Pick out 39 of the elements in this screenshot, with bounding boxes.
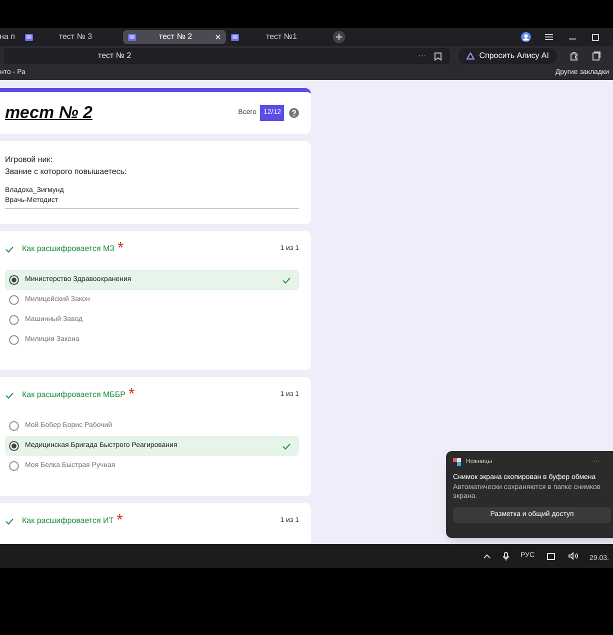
scissors-app-icon	[453, 458, 461, 466]
plus-icon	[336, 34, 342, 40]
help-icon[interactable]	[289, 108, 299, 118]
speaker-icon[interactable]	[568, 552, 578, 560]
puzzle-icon[interactable]	[569, 51, 579, 61]
microphone-icon[interactable]	[502, 552, 508, 560]
browser-tab[interactable]: на п	[0, 30, 20, 44]
address-bar[interactable]: тест № 2 ···	[4, 48, 450, 64]
field-label: Звание с которого повышаетесь:	[5, 166, 128, 178]
required-mark: *	[116, 511, 123, 531]
required-mark: *	[118, 239, 124, 259]
menu-icon[interactable]	[545, 34, 553, 40]
question-title: Как расшифровается МББР	[22, 389, 126, 401]
question-title: Как расшифровается ИТ	[22, 515, 114, 527]
chevron-up-icon[interactable]	[482, 553, 490, 559]
required-mark: *	[128, 385, 135, 405]
browser-tab[interactable]: тест № 3	[20, 30, 123, 44]
display-icon[interactable]	[546, 552, 556, 560]
minimize-icon[interactable]	[569, 38, 576, 40]
close-icon[interactable]	[215, 34, 221, 40]
assistant-button[interactable]: Спросить Алису AI	[458, 48, 557, 64]
new-tab-button[interactable]	[333, 31, 345, 43]
form-icon	[25, 34, 33, 40]
correct-check-icon	[282, 276, 291, 284]
browser-tab[interactable]: тест № 2	[123, 30, 226, 44]
browser-tab[interactable]: тест №1	[226, 30, 329, 44]
triangle-icon	[466, 52, 476, 60]
form-title: тест № 2	[5, 102, 94, 124]
profile-avatar-icon[interactable]	[521, 32, 531, 42]
question-title: Как расшифровается МЗ	[22, 243, 115, 255]
field-label: Игровой ник:	[5, 154, 54, 166]
maximize-icon[interactable]	[592, 34, 599, 40]
form-icon	[231, 34, 239, 40]
address-text: тест № 2	[98, 50, 132, 62]
more-button[interactable]: ···	[418, 50, 426, 62]
bookmark-icon[interactable]	[434, 52, 442, 60]
collections-icon[interactable]	[591, 51, 601, 61]
correct-check-icon	[282, 442, 291, 450]
form-icon	[128, 34, 136, 40]
